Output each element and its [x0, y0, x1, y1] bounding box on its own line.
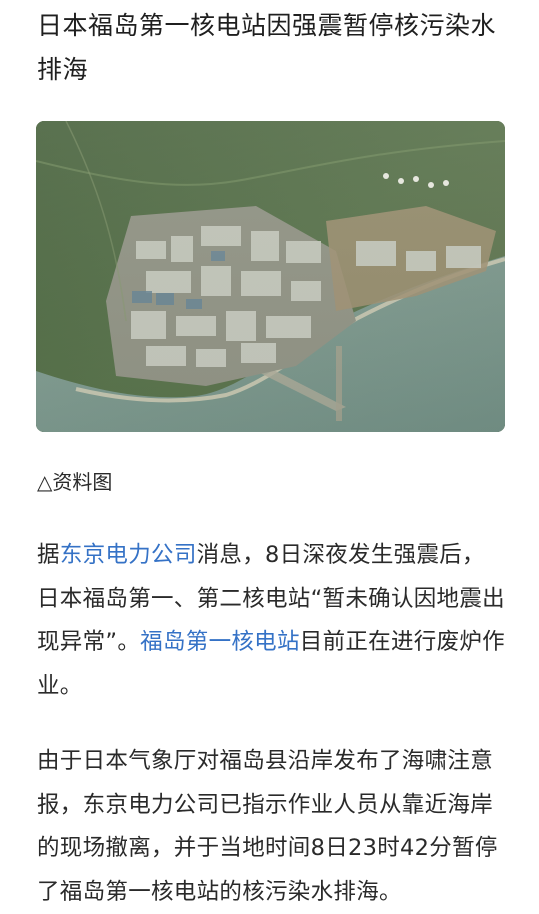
- article-paragraph-1: 据东京电力公司消息，8日深夜发生强震后，日本福岛第一、第二核电站“暂未确认因地震…: [37, 534, 507, 708]
- article-paragraph-2: 由于日本气象厅对福岛县沿岸发布了海啸注意报，东京电力公司已指示作业人员从靠近海岸…: [37, 748, 498, 905]
- aerial-photo-fukushima-plant: [36, 121, 505, 432]
- link-fukushima-daiichi[interactable]: 福岛第一核电站: [140, 629, 300, 655]
- image-caption: △资料图: [37, 470, 113, 494]
- article-title: 日本福岛第一核电站因强震暂停核污染水排海: [37, 11, 497, 84]
- link-tepco[interactable]: 东京电力公司: [60, 542, 197, 568]
- paragraph-text: 据: [37, 542, 60, 568]
